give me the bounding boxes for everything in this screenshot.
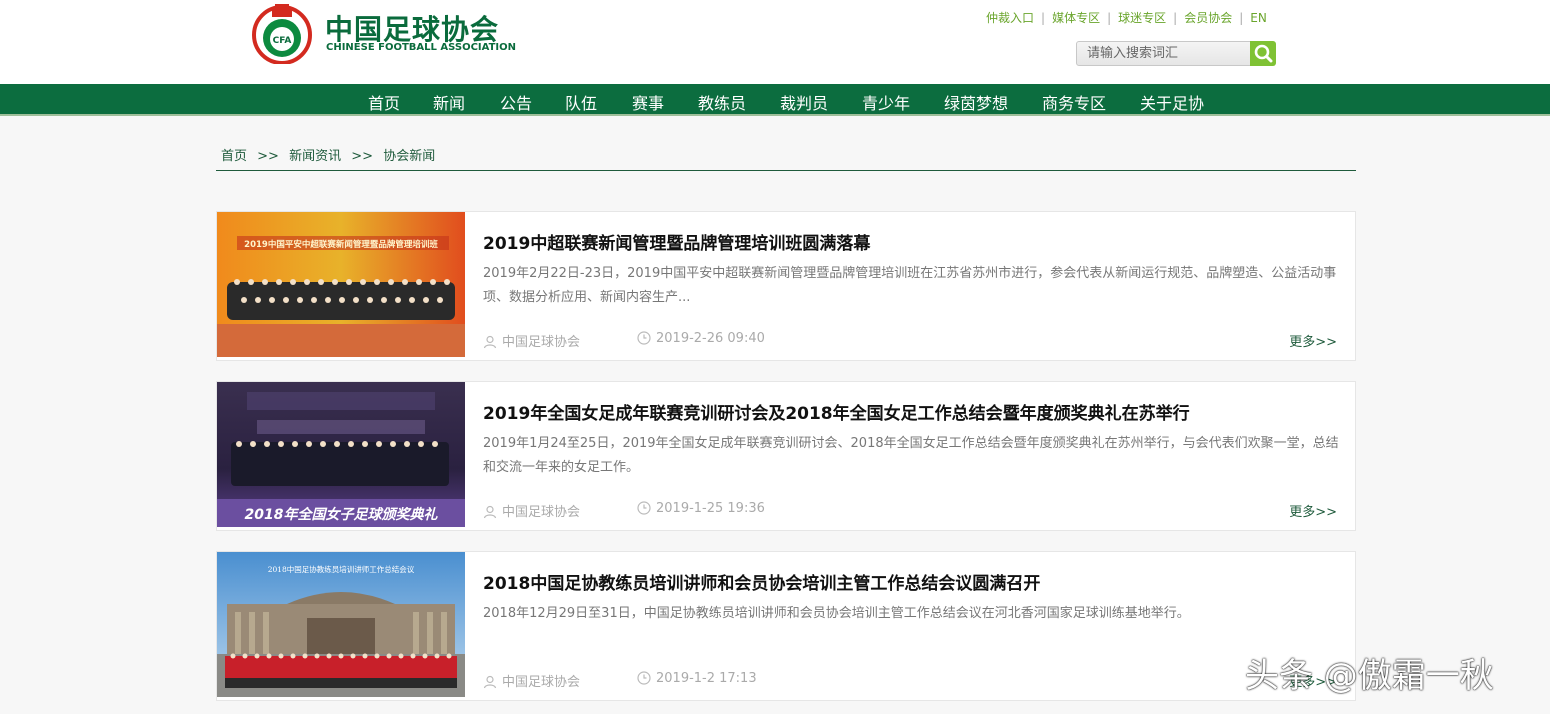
news-date: 2019-1-25 19:36 xyxy=(637,501,765,516)
news-date: 2019-1-2 17:13 xyxy=(637,671,757,686)
separator: | xyxy=(1239,11,1244,25)
nav-home[interactable]: 首页 xyxy=(368,90,400,114)
news-title[interactable]: 2019中超联赛新闻管理暨品牌管理培训班圆满落幕 xyxy=(483,229,870,254)
main-nav: 首页 新闻 公告 队伍 赛事 教练员 裁判员 青少年 绿茵梦想 商务专区 关于足… xyxy=(0,84,1550,116)
news-author-name: 中国足球协会 xyxy=(502,675,581,690)
thumbnail-banner-text: 2018年全国女子足球颁奖典礼 xyxy=(245,506,439,523)
breadcrumb-divider xyxy=(216,170,1356,171)
thumbnail-banner-text: 2019中国平安中超联赛新闻管理暨品牌管理培训班 xyxy=(244,239,438,250)
news-date-text: 2019-1-25 19:36 xyxy=(656,501,765,516)
news-summary: 2019年1月24至25日，2019年全国女足成年联赛竞训研讨会、2018年全国… xyxy=(483,436,1339,475)
news-date-text: 2019-2-26 09:40 xyxy=(656,331,765,346)
top-links: 仲裁入口 | 媒体专区 | 球迷专区 | 会员协会 | EN xyxy=(986,9,1267,26)
breadcrumb-home[interactable]: 首页 xyxy=(221,149,247,164)
news-author: 中国足球协会 xyxy=(483,501,580,520)
breadcrumb-news[interactable]: 新闻资讯 xyxy=(289,149,341,164)
arbitration-link[interactable]: 仲裁入口 xyxy=(986,11,1034,25)
nav-about[interactable]: 关于足协 xyxy=(1140,90,1204,114)
media-zone-link[interactable]: 媒体专区 xyxy=(1052,11,1100,25)
news-author-name: 中国足球协会 xyxy=(502,335,581,350)
nav-teams[interactable]: 队伍 xyxy=(565,90,597,114)
separator: | xyxy=(1041,11,1046,25)
member-association-link[interactable]: 会员协会 xyxy=(1184,11,1232,25)
search-button[interactable] xyxy=(1250,41,1276,66)
user-icon xyxy=(483,505,497,519)
more-link[interactable]: 更多>> xyxy=(1289,501,1337,520)
news-item[interactable]: 2018中国足协教练员培训讲师工作总结会议 2018中国足协教练员培训讲师和会员… xyxy=(216,551,1356,701)
news-author: 中国足球协会 xyxy=(483,331,580,350)
separator: | xyxy=(1107,11,1112,25)
nav-business[interactable]: 商务专区 xyxy=(1042,90,1106,114)
breadcrumb-separator: >> xyxy=(257,149,279,164)
english-link[interactable]: EN xyxy=(1250,11,1267,25)
thumbnail-banner-text: 2018中国足协教练员培训讲师工作总结会议 xyxy=(268,564,415,574)
logo-english-name: CHINESE FOOTBALL ASSOCIATION xyxy=(326,42,517,53)
nav-referees[interactable]: 裁判员 xyxy=(780,90,828,114)
search-input[interactable] xyxy=(1076,41,1251,66)
fan-zone-link[interactable]: 球迷专区 xyxy=(1118,11,1166,25)
news-summary: 2018年12月29日至31日，中国足协教练员培训讲师和会员协会培训主管工作总结… xyxy=(483,606,1190,621)
nav-news[interactable]: 新闻 xyxy=(433,90,465,114)
news-author: 中国足球协会 xyxy=(483,671,580,690)
news-title[interactable]: 2019年全国女足成年联赛竞训研讨会及2018年全国女足工作总结会暨年度颁奖典礼… xyxy=(483,399,1190,424)
more-link[interactable]: 更多>> xyxy=(1289,331,1337,350)
news-author-name: 中国足球协会 xyxy=(502,505,581,520)
nav-coaches[interactable]: 教练员 xyxy=(698,90,746,114)
news-date: 2019-2-26 09:40 xyxy=(637,331,765,346)
nav-youth[interactable]: 青少年 xyxy=(862,90,910,114)
news-thumbnail[interactable]: 2018年全国女子足球颁奖典礼 xyxy=(217,382,465,527)
site-header: CFA 中国足球协会 CHINESE FOOTBALL ASSOCIATION … xyxy=(0,0,1550,84)
user-icon xyxy=(483,335,497,349)
clock-icon xyxy=(637,671,651,685)
clock-icon xyxy=(637,331,651,345)
nav-green-dream[interactable]: 绿茵梦想 xyxy=(944,90,1008,114)
breadcrumb: 首页 >> 新闻资讯 >> 协会新闻 xyxy=(221,145,435,164)
news-title[interactable]: 2018中国足协教练员培训讲师和会员协会培训主管工作总结会议圆满召开 xyxy=(483,569,1040,594)
news-item[interactable]: 2019中国平安中超联赛新闻管理暨品牌管理培训班 2019中超联赛新闻管理暨品牌… xyxy=(216,211,1356,361)
user-icon xyxy=(483,675,497,689)
search-icon xyxy=(1254,44,1273,63)
breadcrumb-association-news[interactable]: 协会新闻 xyxy=(383,149,435,164)
nav-competitions[interactable]: 赛事 xyxy=(632,90,664,114)
watermark-text: 头条 @傲霜一秋 xyxy=(1245,656,1494,696)
breadcrumb-separator: >> xyxy=(351,149,374,164)
separator: | xyxy=(1173,11,1178,25)
cfa-badge-text: CFA xyxy=(273,36,292,46)
nav-announcements[interactable]: 公告 xyxy=(500,90,532,114)
clock-icon xyxy=(637,501,651,515)
cfa-emblem-logo[interactable]: CFA xyxy=(249,2,315,65)
news-date-text: 2019-1-2 17:13 xyxy=(656,671,757,686)
news-thumbnail[interactable]: 2019中国平安中超联赛新闻管理暨品牌管理培训班 xyxy=(217,212,465,357)
news-item[interactable]: 2018年全国女子足球颁奖典礼 2019年全国女足成年联赛竞训研讨会及2018年… xyxy=(216,381,1356,531)
search-box xyxy=(1076,41,1276,66)
news-thumbnail[interactable]: 2018中国足协教练员培训讲师工作总结会议 xyxy=(217,552,465,697)
news-summary: 2019年2月22日-23日，2019中国平安中超联赛新闻管理暨品牌管理培训班在… xyxy=(483,266,1337,305)
